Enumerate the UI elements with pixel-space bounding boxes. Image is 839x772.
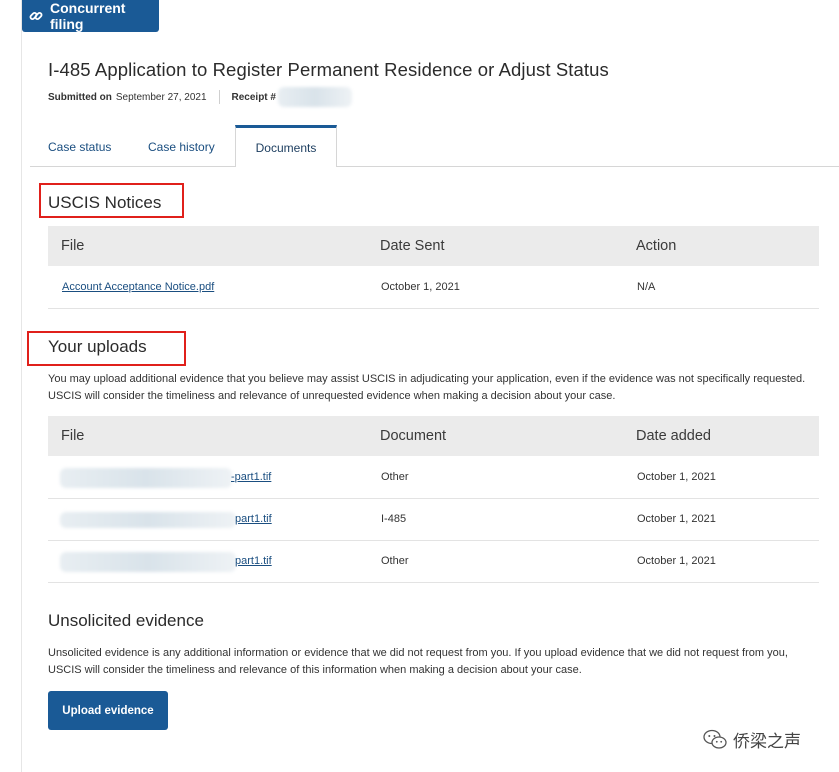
meta-separator (218, 90, 220, 104)
upload-filename-redacted (60, 512, 236, 528)
table-row: -part1.tif Other October 1, 2021 (48, 456, 819, 499)
notices-col-date-sent: Date Sent (380, 238, 445, 254)
uploads-description: You may upload additional evidence that … (48, 373, 806, 402)
tab-documents[interactable]: Documents (235, 125, 337, 167)
upload-filename-redacted (60, 552, 236, 572)
upload-file-link[interactable]: part1.tif (235, 498, 272, 540)
tab-case-history[interactable]: Case history (148, 125, 215, 166)
submitted-date: September 27, 2021 (115, 91, 207, 103)
unsolicited-title: Unsolicited evidence (48, 611, 204, 630)
notice-date-sent: October 1, 2021 (381, 281, 460, 293)
uploads-col-document: Document (380, 428, 447, 444)
upload-file-link[interactable]: part1.tif (235, 540, 272, 582)
uploads-title: Your uploads (48, 337, 147, 356)
uploads-col-file: File (61, 428, 85, 444)
link-icon (29, 9, 43, 23)
case-meta: Submitted on September 27, 2021 Receipt … (48, 87, 352, 107)
upload-date-added: October 1, 2021 (637, 471, 716, 483)
page-left-border (21, 0, 22, 772)
receipt-label: Receipt # (231, 91, 276, 103)
uploads-table-header: File Document Date added (48, 416, 819, 456)
wechat-icon (703, 729, 727, 749)
tab-case-status[interactable]: Case status (48, 125, 111, 166)
watermark: 侨梁之声 (703, 727, 801, 752)
upload-date-added: October 1, 2021 (637, 555, 716, 567)
upload-document-type: Other (381, 471, 409, 483)
notice-file-link[interactable]: Account Acceptance Notice.pdf (62, 266, 214, 308)
upload-filename-redacted (60, 468, 232, 488)
concurrent-filing-label: Concurrent filing (50, 0, 126, 32)
watermark-text: 侨梁之声 (733, 732, 801, 751)
notices-col-file: File (61, 238, 85, 254)
notices-title: USCIS Notices (48, 193, 162, 212)
case-tabs: Case status Case history Documents (30, 125, 839, 167)
page-title: I-485 Application to Register Permanent … (48, 59, 609, 80)
receipt-number-redacted (277, 87, 352, 107)
notices-col-action: Action (636, 238, 677, 254)
unsolicited-description: Unsolicited evidence is any additional i… (48, 647, 788, 676)
notices-table-header: File Date Sent Action (48, 226, 819, 266)
upload-document-type: Other (381, 555, 409, 567)
table-row: part1.tif I-485 October 1, 2021 (48, 498, 819, 541)
notice-action: N/A (637, 281, 656, 293)
upload-file-link[interactable]: -part1.tif (231, 456, 271, 498)
concurrent-filing-badge[interactable]: Concurrent filing (22, 0, 159, 32)
table-row: Account Acceptance Notice.pdf October 1,… (48, 266, 819, 309)
uploads-col-date-added: Date added (636, 428, 711, 444)
upload-document-type: I-485 (381, 513, 407, 525)
upload-date-added: October 1, 2021 (637, 513, 716, 525)
submitted-label: Submitted on (48, 91, 112, 103)
upload-evidence-button[interactable]: Upload evidence (48, 691, 168, 730)
table-row: part1.tif Other October 1, 2021 (48, 540, 819, 583)
